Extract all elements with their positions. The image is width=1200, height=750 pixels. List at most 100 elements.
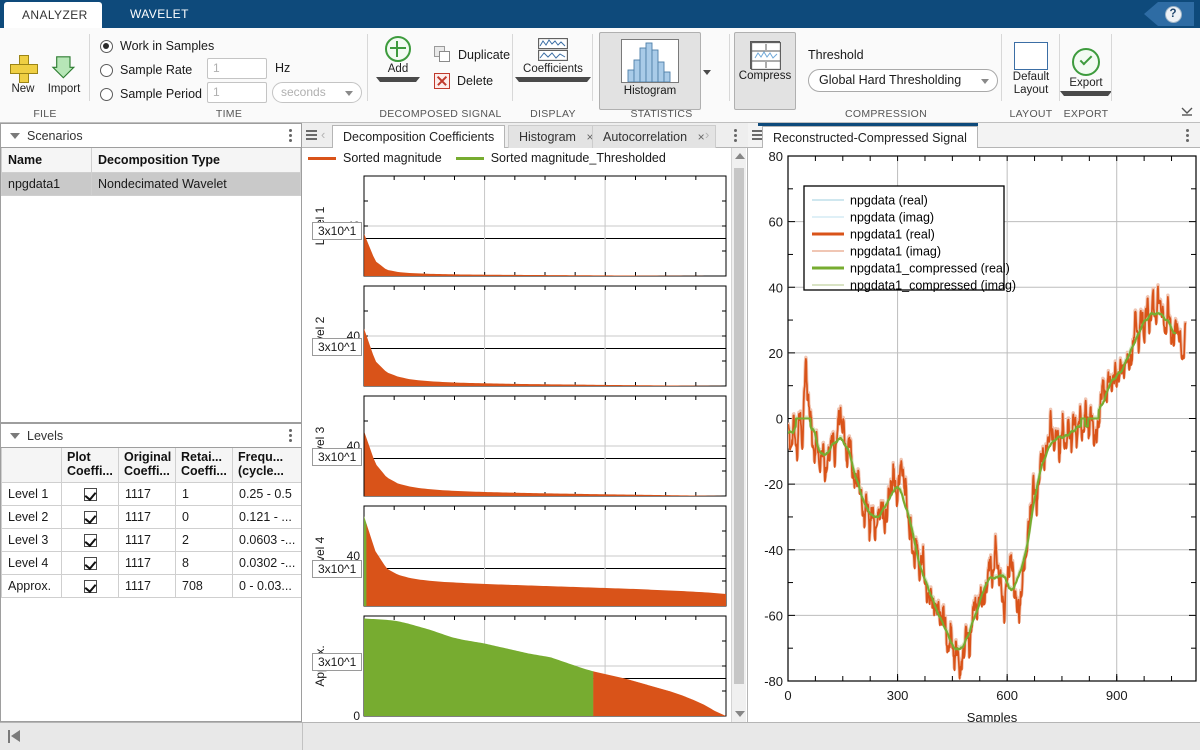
import-button[interactable]: Import bbox=[42, 54, 86, 95]
help-button[interactable]: ? bbox=[1144, 2, 1194, 26]
checkbox[interactable] bbox=[84, 488, 97, 501]
ribbon-group-time: Work in Samples Sample Rate Sample Perio… bbox=[90, 28, 368, 123]
cell-level-name: Level 2 bbox=[2, 505, 62, 528]
legend-swatch bbox=[308, 157, 336, 160]
chevron-down-icon[interactable] bbox=[1060, 91, 1112, 96]
column-header-retained-coefficients[interactable]: Retai... Coeffi... bbox=[176, 448, 233, 482]
right-tab-bar: Reconstructed-Compressed Signal bbox=[748, 123, 1200, 148]
delete-button[interactable]: Delete bbox=[434, 73, 493, 89]
group-label-layout: LAYOUT bbox=[1002, 108, 1060, 120]
table-header-row: Name Decomposition Type bbox=[2, 148, 301, 172]
plus-icon bbox=[9, 54, 37, 82]
table-row[interactable]: Approx.11177080 - 0.03... bbox=[2, 574, 302, 597]
threshold-method-dropdown[interactable]: Global Hard Thresholding bbox=[808, 69, 998, 92]
center-panel-scrollbar[interactable] bbox=[731, 148, 746, 722]
legend-swatch bbox=[456, 157, 484, 160]
tab-histogram[interactable]: Histogram × bbox=[508, 125, 604, 148]
scroll-up-icon[interactable] bbox=[735, 153, 745, 159]
datatip-level3: 3x10^1 bbox=[312, 448, 362, 466]
export-button[interactable]: Export bbox=[1060, 48, 1112, 96]
group-label-time: TIME bbox=[90, 108, 368, 120]
table-row[interactable]: npgdata1 Nondecimated Wavelet bbox=[2, 172, 301, 195]
column-header-name[interactable]: Name bbox=[2, 148, 92, 172]
sample-period-input[interactable]: 1 bbox=[207, 82, 267, 103]
levels-panel-header: Levels bbox=[1, 424, 301, 448]
sample-period-unit-dropdown[interactable]: seconds bbox=[272, 82, 362, 103]
scenarios-panel: Scenarios Name Decomposition Type npgdat… bbox=[0, 123, 302, 423]
default-layout-button[interactable]: Default Layout bbox=[1002, 42, 1060, 97]
layout-grid-icon bbox=[1014, 42, 1048, 70]
table-row[interactable]: Level 4111780.0302 -... bbox=[2, 551, 302, 574]
svg-text:300: 300 bbox=[887, 688, 909, 703]
checkbox[interactable] bbox=[84, 534, 97, 547]
cell-name: npgdata1 bbox=[2, 172, 92, 195]
svg-text:20: 20 bbox=[769, 346, 783, 361]
ribbon-toolbar: New Import FILE Work in Samples Sa bbox=[0, 28, 1200, 123]
add-button[interactable]: Add bbox=[376, 36, 420, 82]
cell-plot-checkbox[interactable] bbox=[62, 574, 119, 597]
new-button[interactable]: New bbox=[4, 54, 42, 95]
table-row[interactable]: Level 2111700.121 - ... bbox=[2, 505, 302, 528]
table-row[interactable]: Level 1111710.25 - 0.5 bbox=[2, 482, 302, 505]
collapse-ribbon-button[interactable] bbox=[1180, 104, 1194, 118]
column-header-plot-coefficients[interactable]: Plot Coeffi... bbox=[62, 448, 119, 482]
cell-plot-checkbox[interactable] bbox=[62, 528, 119, 551]
scroll-down-icon[interactable] bbox=[735, 711, 745, 717]
checkbox[interactable] bbox=[84, 557, 97, 570]
column-header-decomposition-type[interactable]: Decomposition Type bbox=[92, 148, 301, 172]
column-header-blank bbox=[2, 448, 62, 482]
duplicate-button[interactable]: Duplicate bbox=[434, 46, 510, 63]
column-header-frequency[interactable]: Frequ... (cycle... bbox=[233, 448, 302, 482]
levels-options-button[interactable] bbox=[289, 429, 293, 444]
skip-to-start-icon[interactable] bbox=[8, 730, 22, 743]
statistics-more-dropdown[interactable] bbox=[703, 64, 711, 78]
ribbon-group-decomposed-signal: Add Duplicate Delete DECOMPOSED SIGNAL bbox=[368, 28, 513, 123]
sample-rate-input[interactable]: 1 bbox=[207, 58, 267, 79]
chevron-down-icon[interactable] bbox=[376, 77, 420, 82]
tab-autocorrelation[interactable]: Autocorrelation × bbox=[592, 125, 716, 148]
cell-frequency-range: 0.121 - ... bbox=[233, 505, 302, 528]
ribbon-tab-analyzer[interactable]: ANALYZER bbox=[4, 2, 102, 28]
cell-plot-checkbox[interactable] bbox=[62, 505, 119, 528]
svg-text:60: 60 bbox=[769, 215, 783, 230]
table-row[interactable]: Level 3111720.0603 -... bbox=[2, 528, 302, 551]
cell-frequency-range: 0.0603 -... bbox=[233, 528, 302, 551]
reconstructed-signal-plot: -80-60-40-200204060800300600900Samplesnp… bbox=[748, 148, 1200, 722]
group-label-compression: COMPRESSION bbox=[770, 108, 1002, 120]
cell-plot-checkbox[interactable] bbox=[62, 482, 119, 505]
compress-button[interactable]: Compress bbox=[734, 32, 796, 110]
column-header-original-coefficients[interactable]: Original Coeffi... bbox=[119, 448, 176, 482]
checkbox[interactable] bbox=[84, 511, 97, 524]
checkbox[interactable] bbox=[84, 580, 97, 593]
panel-menu-icon[interactable] bbox=[306, 130, 317, 142]
group-label-decomposed-signal: DECOMPOSED SIGNAL bbox=[368, 108, 513, 120]
collapse-triangle-icon[interactable] bbox=[10, 433, 20, 439]
cell-retained-coefficients: 2 bbox=[176, 528, 233, 551]
tab-decomposition-coefficients[interactable]: Decomposition Coefficients bbox=[332, 125, 505, 148]
chevron-down-icon[interactable] bbox=[515, 77, 591, 82]
radio-sample-rate[interactable]: Sample Rate bbox=[100, 60, 192, 80]
histogram-toggle-button[interactable]: Histogram bbox=[599, 32, 701, 110]
scrollbar-thumb[interactable] bbox=[734, 168, 744, 684]
tab-reconstructed-compressed-signal[interactable]: Reconstructed-Compressed Signal bbox=[762, 126, 978, 149]
scenarios-options-button[interactable] bbox=[289, 129, 293, 144]
cell-level-name: Approx. bbox=[2, 574, 62, 597]
scroll-tabs-right-icon[interactable]: › bbox=[705, 127, 709, 142]
coefficients-button[interactable]: Coefficients bbox=[515, 38, 591, 82]
cell-plot-checkbox[interactable] bbox=[62, 551, 119, 574]
right-panel-options-button[interactable] bbox=[1186, 129, 1190, 144]
center-panel-options-button[interactable] bbox=[734, 129, 738, 144]
scroll-tabs-left-icon[interactable]: ‹ bbox=[321, 127, 325, 142]
svg-text:npgdata1_compressed (real): npgdata1_compressed (real) bbox=[850, 262, 1010, 276]
radio-sample-period[interactable]: Sample Period bbox=[100, 84, 202, 104]
group-label-display: DISPLAY bbox=[513, 108, 593, 120]
collapse-triangle-icon[interactable] bbox=[10, 133, 20, 139]
ribbon-group-file: New Import FILE bbox=[0, 28, 90, 123]
svg-text:-60: -60 bbox=[764, 608, 783, 623]
ribbon-tab-wavelet[interactable]: WAVELET bbox=[112, 0, 207, 28]
sample-rate-unit-label: Hz bbox=[275, 61, 290, 75]
coefficients-icon bbox=[538, 38, 568, 62]
radio-work-in-samples[interactable]: Work in Samples bbox=[100, 36, 214, 56]
close-icon[interactable]: × bbox=[698, 130, 705, 144]
svg-text:Samples: Samples bbox=[967, 710, 1018, 722]
